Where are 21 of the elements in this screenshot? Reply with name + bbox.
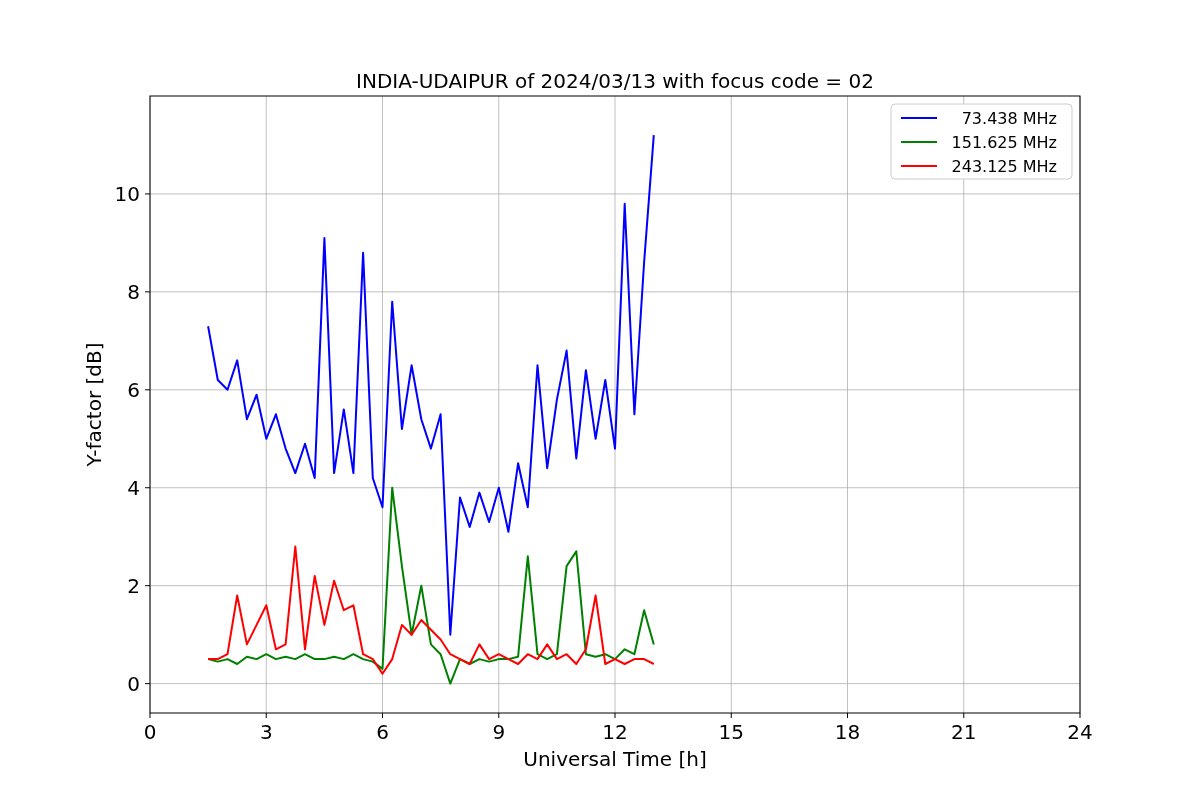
x-tick-label: 24 <box>1067 720 1093 744</box>
chart-title: INDIA-UDAIPUR of 2024/03/13 with focus code = 02 <box>356 69 874 93</box>
x-tick-label: 6 <box>376 720 389 744</box>
x-tick-label: 18 <box>834 720 861 744</box>
legend-label: 73.438 MHz <box>961 109 1057 128</box>
x-tick-label: 9 <box>492 720 506 744</box>
y-tick-label: 0 <box>127 671 140 696</box>
x-tick-label: 12 <box>602 720 628 744</box>
y-tick-label: 2 <box>127 573 140 598</box>
legend-label: 151.625 MHz <box>951 133 1057 152</box>
x-tick-label: 21 <box>951 720 977 744</box>
y-tick-label: 8 <box>127 279 140 304</box>
y-tick-label: 10 <box>114 181 140 206</box>
x-tick-label: 0 <box>143 720 157 744</box>
x-axis-label: Universal Time [h] <box>523 747 707 771</box>
y-axis-label: Y-factor [dB] <box>82 342 106 467</box>
legend-label: 243.125 MHz <box>951 157 1057 176</box>
x-tick-label: 3 <box>259 720 273 744</box>
y-tick-label: 4 <box>127 475 140 500</box>
y-tick-label: 6 <box>127 377 140 402</box>
x-tick-label: 15 <box>718 720 744 744</box>
